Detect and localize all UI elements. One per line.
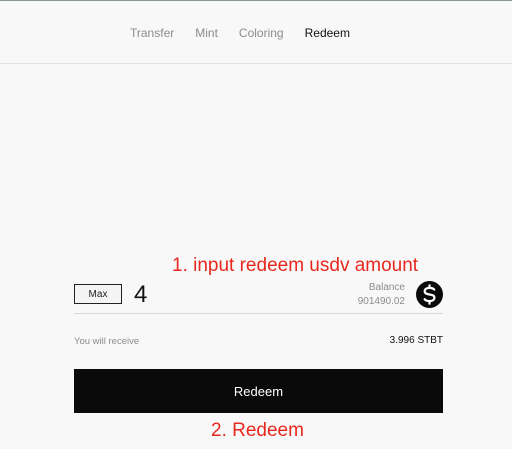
tab-transfer[interactable]: Transfer (130, 26, 174, 40)
dollar-coin-icon (416, 281, 443, 308)
max-button[interactable]: Max (74, 284, 122, 304)
annotation-step-2: 2. Redeem (211, 420, 304, 441)
receive-label: You will receive (74, 336, 140, 347)
tab-coloring[interactable]: Coloring (239, 26, 284, 40)
top-navigation-bar: Transfer Mint Coloring Redeem (0, 0, 512, 64)
tab-mint[interactable]: Mint (195, 26, 218, 40)
redeem-amount-input[interactable] (134, 281, 334, 309)
nav-tabs: Transfer Mint Coloring Redeem (130, 26, 371, 40)
redeem-button[interactable]: Redeem (74, 369, 443, 413)
input-divider (74, 313, 443, 314)
balance-label: Balance (368, 282, 405, 293)
tab-redeem[interactable]: Redeem (305, 26, 350, 40)
balance-value: 901490.02 (357, 296, 405, 307)
annotation-step-1: 1. input redeem usdv amount (172, 255, 419, 276)
receive-value: 3.996 STBT (389, 335, 443, 346)
